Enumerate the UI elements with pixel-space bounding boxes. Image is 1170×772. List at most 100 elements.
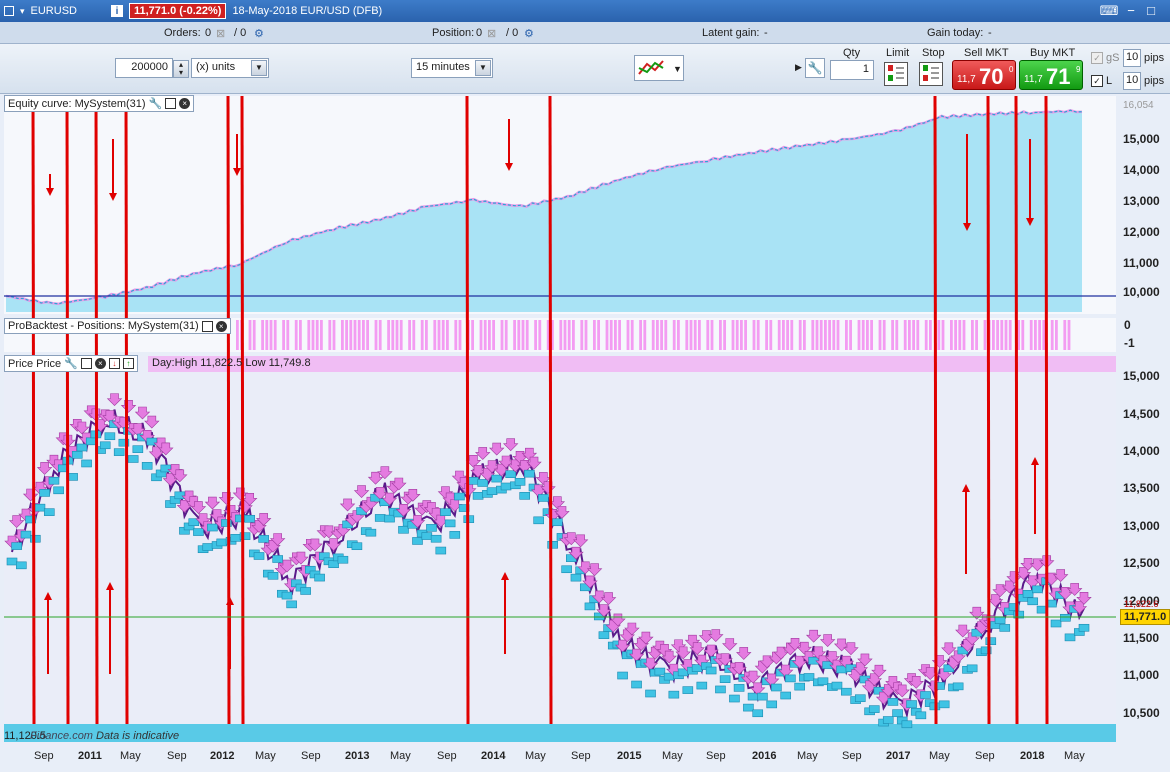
position-bar [441, 320, 445, 350]
sell-market-button[interactable]: 11,7 70 0 [952, 60, 1016, 90]
timeframe-dropdown-icon[interactable]: ▼ [475, 60, 491, 76]
buy-arrow-icon[interactable]: ↑ [122, 358, 134, 369]
position-bar [538, 320, 542, 350]
dropdown-arrow-icon[interactable]: ▾ [20, 6, 25, 17]
position-bar [521, 320, 525, 350]
position-bar [282, 320, 285, 350]
close-icon[interactable]: × [215, 320, 227, 332]
position-bar [832, 320, 836, 350]
quantity-stepper[interactable]: ▴ ▾ [173, 60, 189, 78]
position-bar [710, 320, 714, 350]
price-tick-label: 14,500 [1123, 407, 1160, 421]
position-bar [1004, 320, 1008, 350]
position-bar [584, 320, 588, 350]
chart-type-icon[interactable]: ▼ [634, 55, 684, 81]
wrench-button[interactable]: 🔧 [805, 58, 825, 78]
position-bar [265, 320, 269, 350]
buy-marker [1022, 590, 1034, 598]
buy-marker [421, 532, 433, 540]
buy-marker [1050, 619, 1062, 628]
orders-settings-icon[interactable]: ⚙ [254, 27, 264, 40]
position-bar [996, 320, 999, 350]
buy-marker [868, 705, 880, 713]
buy-marker [733, 684, 745, 692]
position-bar [878, 320, 882, 350]
annotation-line [65, 95, 70, 725]
orders-label: Orders: [164, 27, 201, 39]
window-icon[interactable] [165, 98, 177, 109]
app-menu-icon[interactable] [4, 6, 14, 16]
position-bar [479, 320, 483, 350]
wrench-icon[interactable]: 🔧 [149, 97, 163, 110]
buy-marker [1027, 597, 1039, 606]
annotation-line [226, 95, 231, 725]
minimize-button[interactable]: − [1120, 2, 1142, 20]
position-bar [471, 320, 474, 350]
gs-checkbox[interactable]: ✓ [1091, 52, 1103, 64]
positions-panel-label[interactable]: ProBacktest - Positions: MySystem(31) × [4, 318, 231, 334]
buy-marker [244, 514, 256, 523]
chart-area[interactable] [0, 94, 1170, 772]
position-bar [798, 320, 802, 350]
buy-marker [435, 546, 447, 555]
buy-marker [747, 692, 759, 701]
position-bar [395, 320, 399, 350]
position-bar [664, 320, 668, 350]
month-label: Sep [34, 750, 54, 762]
unit-dropdown-icon[interactable]: ▼ [251, 60, 267, 76]
orders-cancel-icon[interactable]: ⊠ [216, 27, 225, 40]
buy-marker [328, 560, 339, 568]
l-label: L [1106, 75, 1113, 87]
window-icon[interactable] [80, 358, 92, 369]
quantity-input[interactable]: 200000 [115, 58, 173, 78]
sell-price-fraction: 0 [1009, 65, 1014, 74]
l-checkbox[interactable]: ✓ [1091, 75, 1103, 87]
qty-input[interactable]: 1 [830, 60, 874, 80]
position-bar [857, 320, 861, 350]
l-pips-input[interactable]: 10 [1123, 72, 1141, 90]
panel-collapse-icon[interactable]: ▶ [795, 62, 802, 73]
buy-marker [994, 616, 1006, 624]
buy-marker [780, 691, 792, 700]
buy-marker [430, 534, 442, 543]
price-panel-label[interactable]: Price Price 🔧 × ↓ ↑ [4, 355, 138, 372]
position-cancel-icon[interactable]: ⊠ [487, 27, 496, 40]
instrument-name[interactable]: EURUSD [31, 5, 77, 17]
position-bar [563, 320, 567, 350]
close-icon[interactable]: × [179, 98, 191, 109]
positions-tick-label: -1 [1124, 336, 1135, 350]
equity-tick-label: 11,000 [1123, 256, 1160, 270]
buy-marker [840, 687, 852, 696]
position-bar [685, 320, 689, 350]
position-bar [782, 320, 785, 350]
close-icon[interactable]: × [94, 358, 106, 369]
position-bar [605, 320, 609, 350]
info-icon[interactable]: i [110, 5, 123, 17]
annotation-line [1044, 95, 1049, 725]
keyboard-icon[interactable]: ⌨ [1098, 2, 1120, 20]
buy-marker [771, 683, 782, 692]
maximize-button[interactable]: □ [1140, 2, 1162, 20]
position-bar [517, 320, 521, 350]
position-settings-icon[interactable]: ⚙ [524, 27, 534, 40]
position-bar [1034, 320, 1037, 350]
position-value: 0 [476, 27, 483, 39]
stop-order-button[interactable] [919, 62, 943, 86]
annotation-line [548, 95, 553, 725]
gain-today-label: Gain today: [927, 27, 984, 39]
sell-arrow-icon[interactable]: ↓ [108, 358, 120, 369]
wrench-icon[interactable]: 🔧 [64, 357, 78, 370]
gs-pips-input[interactable]: 10 [1123, 49, 1141, 67]
position-bar [525, 320, 529, 350]
position-bar [341, 320, 344, 350]
position-bar [236, 320, 239, 350]
limit-order-button[interactable] [884, 62, 908, 86]
buy-marker [258, 535, 269, 543]
position-bar [870, 320, 873, 350]
position-bar [425, 320, 428, 350]
buy-marker [892, 709, 903, 717]
buy-market-button[interactable]: 11,7 71 9 [1019, 60, 1083, 90]
window-icon[interactable] [201, 320, 213, 332]
equity-panel-label[interactable]: Equity curve: MySystem(31) 🔧 × [4, 95, 195, 112]
stop-order-icon [923, 65, 939, 81]
